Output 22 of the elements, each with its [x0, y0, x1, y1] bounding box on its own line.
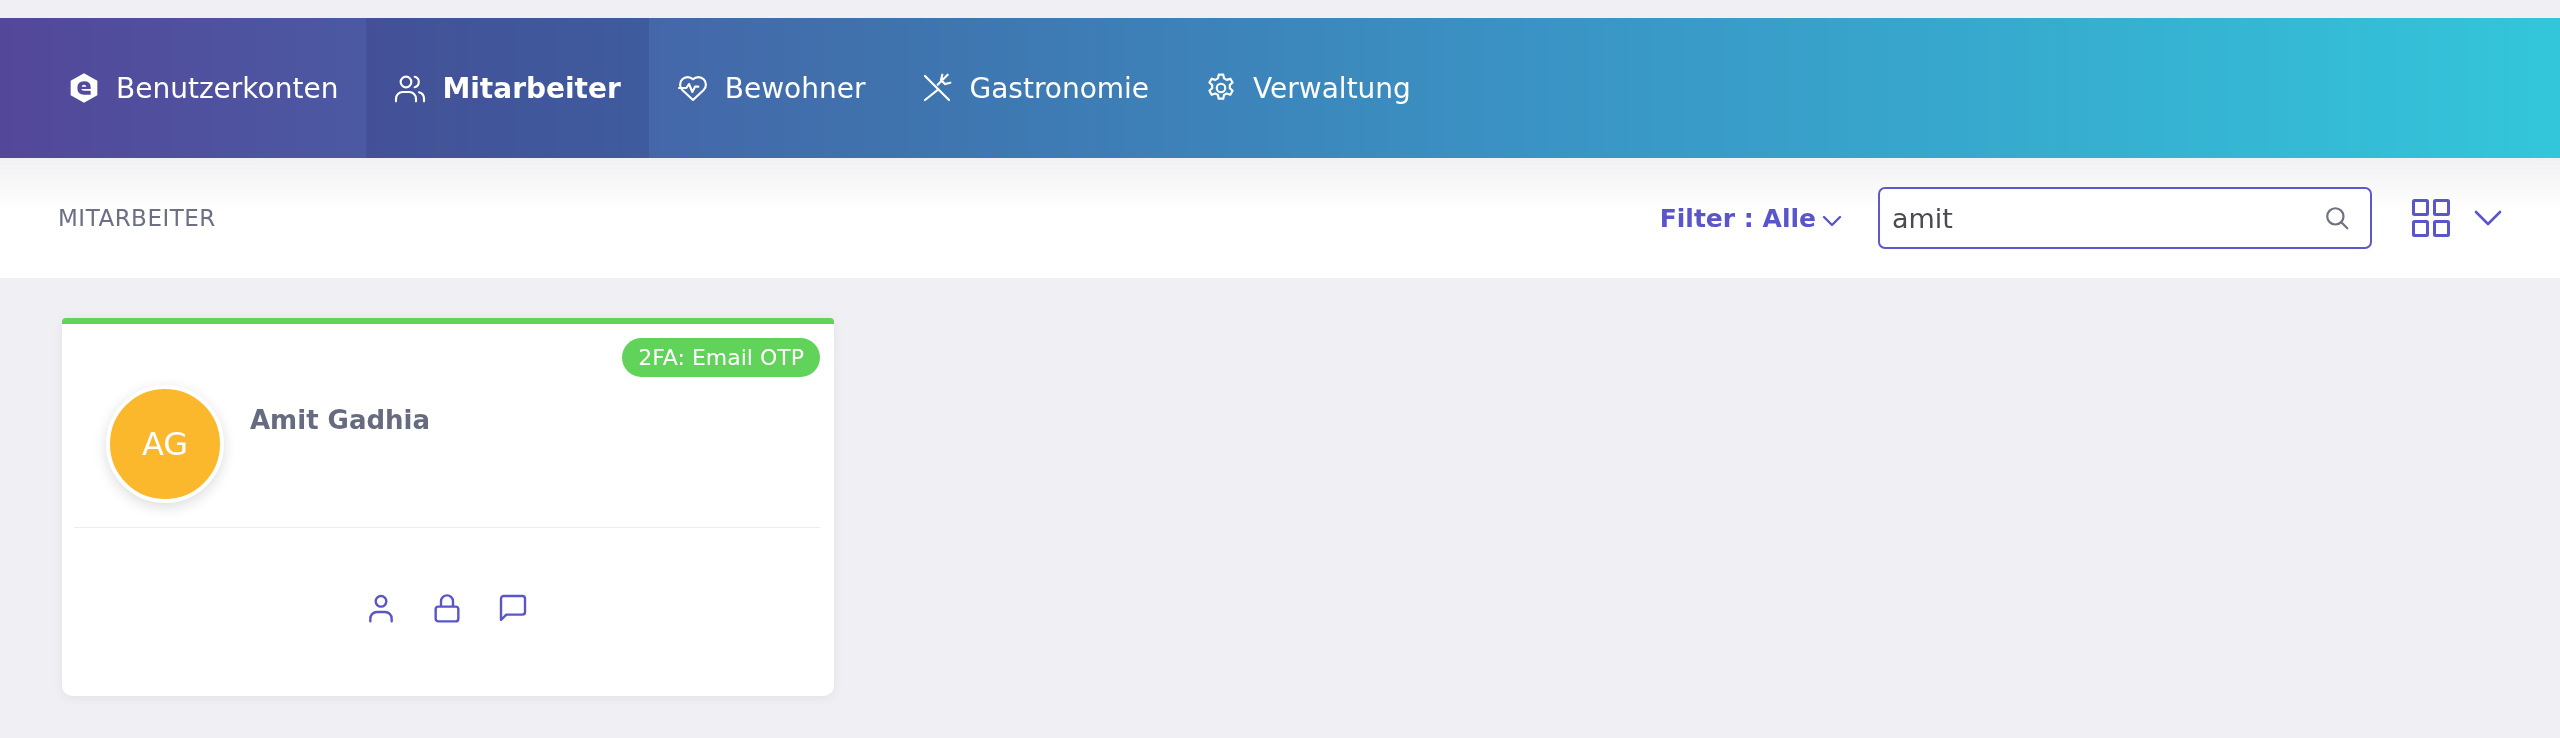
- nav-tab[interactable]: Benutzerkonten: [40, 18, 367, 158]
- grid-view-button[interactable]: [2412, 199, 2450, 237]
- logo-icon: [68, 72, 100, 104]
- search-field[interactable]: amit: [1878, 187, 2372, 249]
- page-title: MITARBEITER: [58, 205, 216, 231]
- chat-bubble-icon: [497, 592, 529, 624]
- employee-name: Amit Gadhia: [250, 405, 431, 435]
- nav-tab[interactable]: Verwaltung: [1177, 18, 1439, 158]
- filter-dropdown[interactable]: Filter : Alle: [1659, 203, 1842, 233]
- message-button[interactable]: [497, 592, 529, 624]
- view-options-button[interactable]: [2474, 210, 2502, 226]
- grid-icon: [2412, 199, 2450, 237]
- fork-knife-icon: [921, 72, 954, 104]
- nav-tab[interactable]: Bewohner: [648, 18, 894, 158]
- chevron-down-icon: [2474, 210, 2502, 226]
- search-icon: [2324, 205, 2350, 231]
- two-factor-badge: 2FA: Email OTP: [622, 338, 820, 377]
- nav-tab[interactable]: Mitarbeiter: [366, 18, 649, 158]
- chevron-down-icon: [1822, 215, 1842, 227]
- lock-button[interactable]: [431, 592, 463, 624]
- nav-tab[interactable]: Gastronomie: [893, 18, 1178, 158]
- lock-icon: [431, 592, 463, 624]
